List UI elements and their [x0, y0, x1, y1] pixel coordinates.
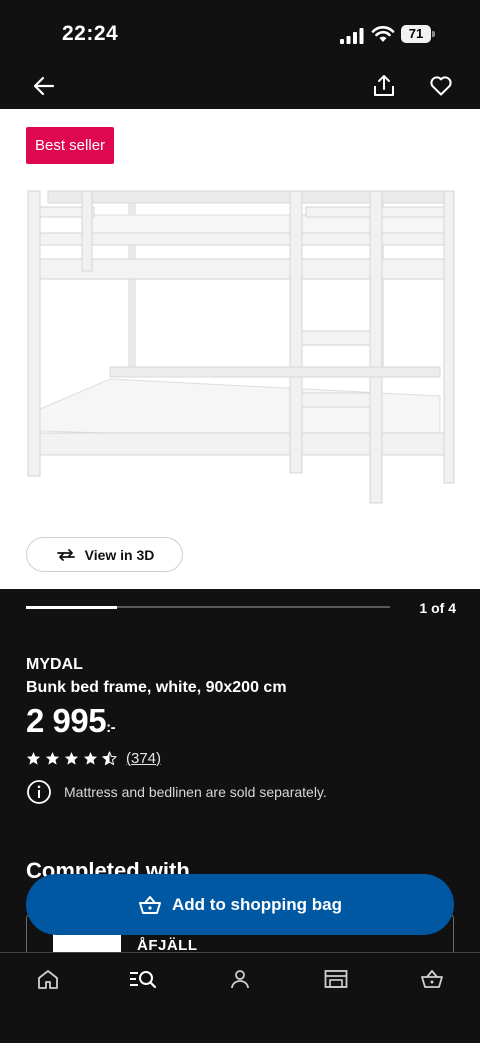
home-icon: [38, 970, 58, 989]
star-full-icon: [45, 751, 60, 765]
basket-icon: [421, 970, 443, 988]
tab-profile[interactable]: [227, 967, 253, 991]
add-to-shopping-bag-button[interactable]: Add to shopping bag: [26, 874, 454, 935]
back-arrow-icon: [33, 76, 55, 96]
star-full-icon: [26, 751, 41, 765]
product-rating[interactable]: (374): [26, 748, 161, 768]
tab-stores[interactable]: [323, 967, 349, 991]
product-description: Bunk bed frame, white, 90x200 cm: [26, 679, 287, 696]
product-price: 2 995:-: [26, 702, 116, 740]
share-icon: [374, 75, 394, 96]
signal-icon: [340, 28, 364, 44]
star-full-icon: [64, 751, 79, 765]
review-count-link[interactable]: (374): [126, 750, 161, 767]
best-seller-badge: Best seller: [26, 127, 115, 164]
battery-icon: 71: [401, 25, 435, 43]
store-icon: [324, 970, 348, 988]
basket-icon: [139, 895, 162, 914]
profile-icon: [231, 970, 249, 989]
info-note: Mattress and bedlinen are sold separatel…: [26, 779, 327, 805]
back-button[interactable]: [28, 70, 60, 102]
product-image-gallery[interactable]: Best seller View in 3D: [0, 109, 480, 589]
top-nav-bar: [0, 62, 480, 109]
info-icon: [27, 780, 51, 804]
status-bar: 22:24 71: [0, 0, 480, 62]
view-in-3d-label: View in 3D: [84, 546, 155, 563]
product-name: MYDAL: [26, 656, 83, 673]
bottom-tab-bar: [0, 952, 480, 1043]
gallery-progress-fill: [26, 605, 117, 609]
tab-search[interactable]: [130, 967, 156, 991]
view-in-3d-button[interactable]: View in 3D: [26, 537, 183, 572]
star-half-icon: [102, 750, 117, 765]
battery-level: 71: [401, 25, 431, 43]
favourite-button[interactable]: [425, 70, 457, 102]
price-suffix: :-: [106, 719, 116, 736]
search-icon: [130, 971, 156, 989]
wifi-icon: [371, 26, 395, 42]
price-value: 2 995: [26, 702, 107, 739]
share-button[interactable]: [368, 70, 400, 102]
gallery-progress: [26, 605, 390, 609]
tab-basket[interactable]: [419, 967, 445, 991]
info-note-text: Mattress and bedlinen are sold separatel…: [64, 784, 327, 800]
battery-tip: [432, 31, 435, 37]
heart-icon: [430, 76, 452, 96]
gallery-page-indicator: 1 of 4: [419, 600, 456, 616]
add-to-shopping-bag-label: Add to shopping bag: [172, 894, 342, 914]
bunk-bed-image: [27, 190, 455, 504]
status-time: 22:24: [62, 22, 119, 45]
rotate-3d-icon: [56, 548, 75, 561]
tab-home[interactable]: [35, 967, 61, 991]
star-full-icon: [83, 751, 98, 765]
